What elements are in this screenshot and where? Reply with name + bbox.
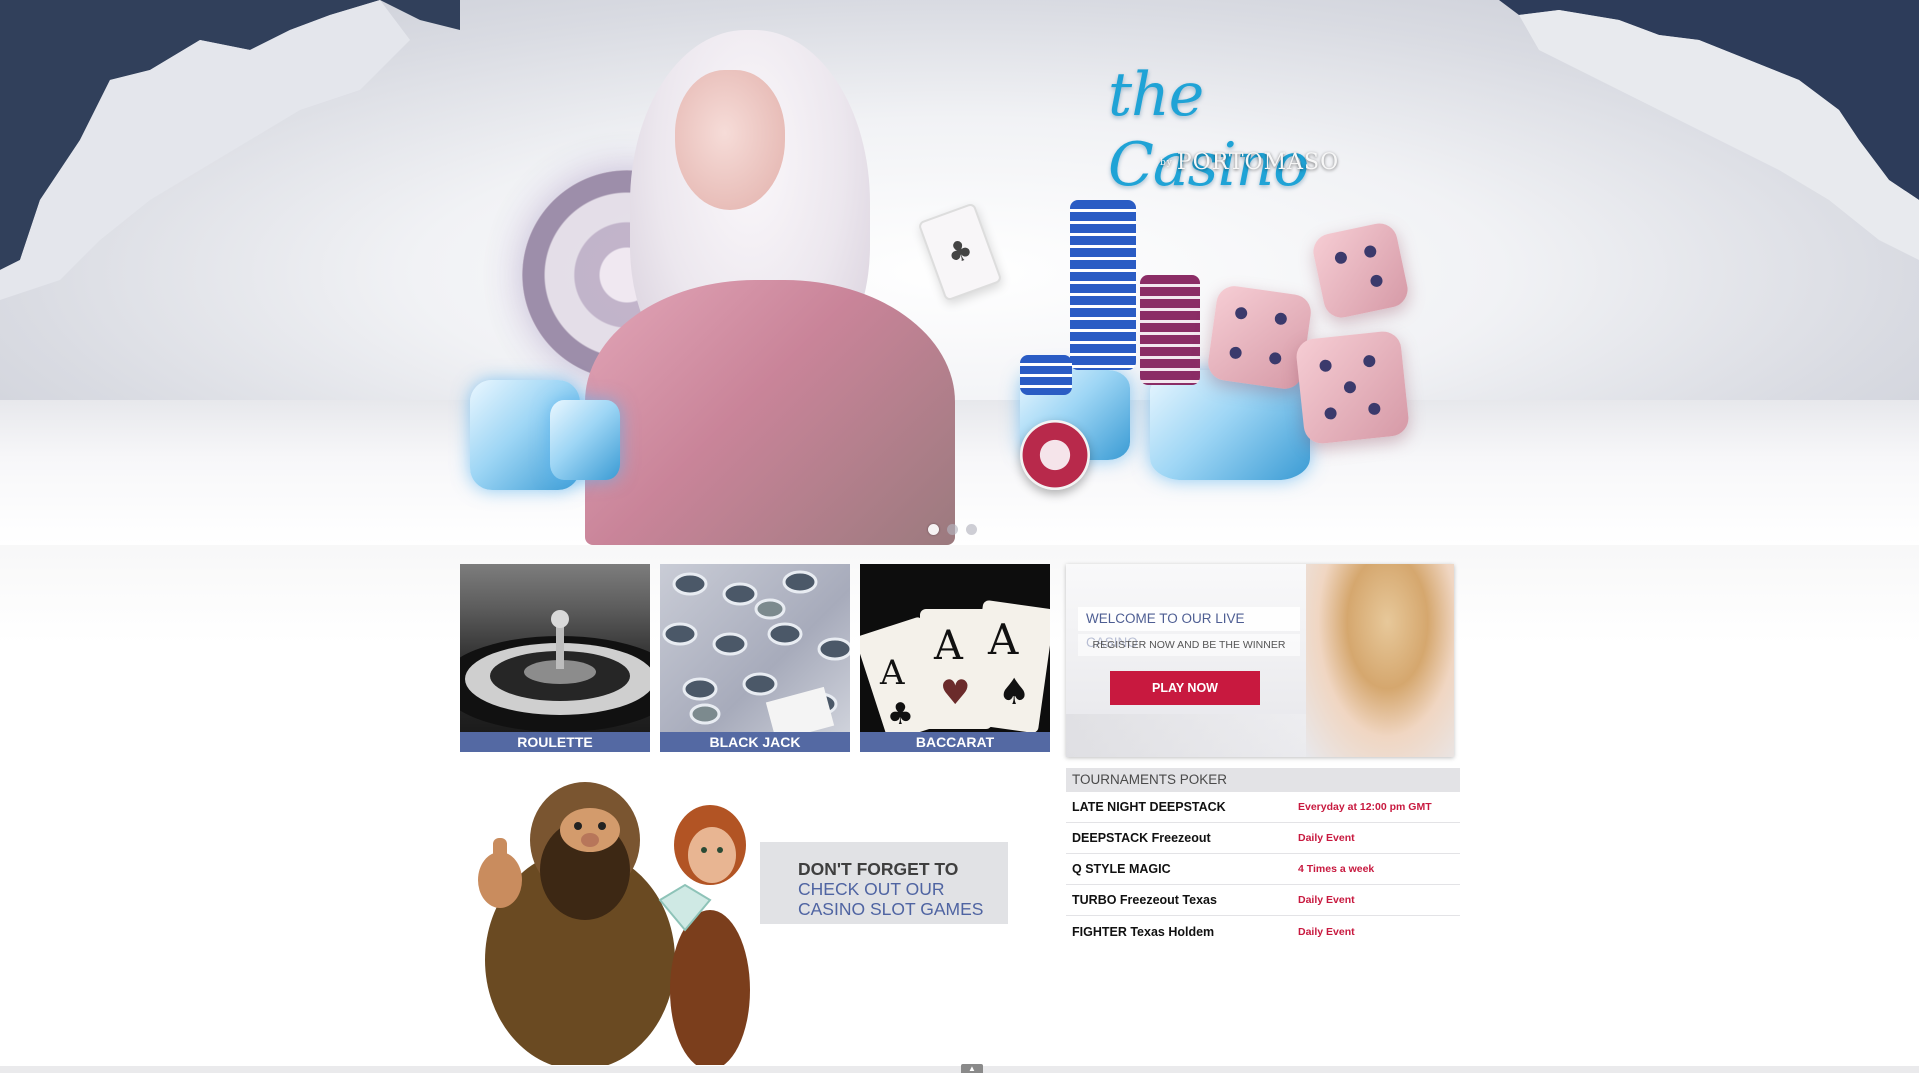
slider-dot[interactable] [928,524,939,535]
promo-woman-image [1306,564,1454,757]
caveman-characters-image [478,782,750,1065]
slots-line-3: CASINO SLOT GAMES [798,899,984,919]
table-row[interactable]: DEEPSTACK Freezeout Daily Event [1066,823,1460,854]
game-tile-label: BACCARAT [860,732,1050,752]
ice-mountain-left [0,0,460,300]
scroll-to-top-icon[interactable]: ▲ [961,1064,983,1073]
svg-text:♣: ♣ [887,697,914,732]
svg-text:A: A [933,623,964,669]
logo-brand-text: PORTOMASO [1176,150,1340,175]
tournament-schedule: Daily Event [1298,925,1355,938]
red-poker-chip-image [1020,420,1090,490]
play-now-button[interactable]: PLAY NOW [1110,671,1260,705]
svg-text:♠: ♠ [998,672,1030,713]
tournament-schedule: Everyday at 12:00 pm GMT [1298,801,1432,813]
tournament-name: FIGHTER Texas Holdem [1072,924,1215,939]
dice-image [1205,283,1314,392]
blackjack-chips-image [660,564,850,742]
table-row[interactable]: FIGHTER Texas Holdem Daily Event [1066,916,1460,947]
roulette-image [460,564,650,732]
playing-cards-image [1066,714,1306,757]
tournament-name: DEEPSTACK Freezeout [1072,831,1211,845]
footer-bar [0,1066,1919,1073]
slider-dot[interactable] [966,524,977,535]
slider-pagination [928,524,977,535]
table-row[interactable]: TURBO Freezeout Texas Daily Event [1066,885,1460,916]
tournament-name: Q STYLE MAGIC [1072,862,1171,876]
table-row[interactable]: LATE NIGHT DEEPSTACK Everyday at 12:00 p… [1066,792,1460,823]
tournament-schedule: Daily Event [1298,832,1355,844]
svg-text:A: A [987,615,1019,664]
baccarat-cards-image: A ♣ A ♥ A ♠ [860,564,1050,741]
game-tile-label: BLACK JACK [660,732,850,752]
logo-by-text: by [1160,158,1173,168]
blue-chip-stack [1070,200,1136,370]
tournament-schedule: Daily Event [1298,894,1355,906]
game-tile-roulette[interactable]: ROULETTE [460,564,650,752]
site-logo[interactable]: the Casino [1108,60,1368,200]
playing-card-image: ♣ [917,202,1003,302]
slots-promo-text: DON'T FORGET TO CHECK OUT OUR CASINO SLO… [798,859,1008,919]
game-tile-blackjack[interactable]: BLACK JACK [660,564,850,752]
woman-face-image [675,70,785,210]
promo-subtitle: REGISTER NOW AND BE THE WINNER [1078,634,1300,656]
live-casino-promo[interactable]: WELCOME TO OUR LIVE CASINO REGISTER NOW … [1066,564,1454,757]
promo-title: WELCOME TO OUR LIVE CASINO [1078,607,1300,650]
hero-banner: ♣ the Casino by PORTOMASO [0,0,1919,545]
slots-line-1: DON'T FORGET TO [798,859,959,879]
slots-line-2: CHECK OUT OUR [798,879,945,899]
game-tile-label: ROULETTE [460,732,650,752]
site-logo-brand: by PORTOMASO [1160,150,1338,175]
tournaments-poker-table: TOURNAMENTS POKER LATE NIGHT DEEPSTACK E… [1066,768,1460,947]
tournaments-header: TOURNAMENTS POKER [1066,768,1460,792]
dice-image [1310,220,1411,321]
tournament-schedule: 4 Times a week [1298,863,1375,875]
ice-mountain-right [1499,0,1919,260]
ice-cube-image [550,400,620,480]
game-tile-baccarat[interactable]: A ♣ A ♥ A ♠ BACCARAT [860,564,1050,752]
svg-text:A: A [879,653,905,693]
slider-dot[interactable] [947,524,958,535]
svg-text:♥: ♥ [940,673,970,713]
dice-image [1294,329,1411,446]
woman-coat-image [585,280,955,545]
purple-chip-stack [1140,275,1200,385]
blue-chip-stack [1020,355,1072,395]
tournament-name: LATE NIGHT DEEPSTACK [1072,800,1226,814]
slot-games-promo[interactable]: DON'T FORGET TO CHECK OUT OUR CASINO SLO… [460,760,1020,1065]
table-row[interactable]: Q STYLE MAGIC 4 Times a week [1066,854,1460,885]
tournament-name: TURBO Freezeout Texas [1072,893,1217,907]
